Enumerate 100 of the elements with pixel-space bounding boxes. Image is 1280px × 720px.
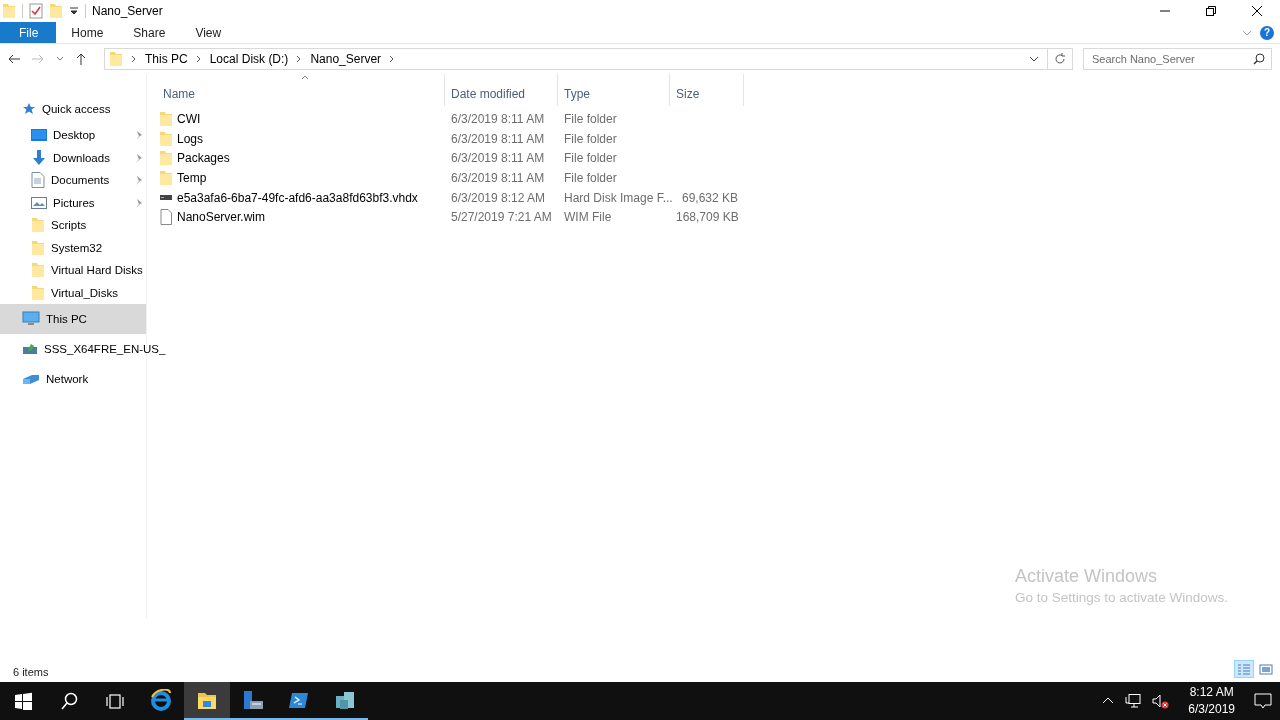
- windows-logo-icon[interactable]: [14, 692, 32, 710]
- sidebar-item[interactable]: Quick access: [0, 94, 146, 124]
- taskbar-app-button[interactable]: [184, 682, 230, 720]
- task-view-icon[interactable]: [106, 692, 124, 710]
- details-view-icon: [1237, 662, 1251, 676]
- folder-icon: [109, 51, 123, 67]
- refresh-icon[interactable]: [1054, 53, 1066, 65]
- restore-icon[interactable]: [1206, 6, 1216, 16]
- speaker-muted-icon[interactable]: [1152, 693, 1170, 709]
- chevron-right-icon[interactable]: [389, 55, 396, 63]
- date-modified: 5/27/2019 7:21 AM: [451, 210, 552, 225]
- server-manager-icon: [242, 690, 264, 710]
- sidebar-item[interactable]: Scripts: [0, 214, 146, 237]
- column-header[interactable]: Name: [157, 74, 445, 106]
- breadcrumb-item[interactable]: Nano_Server: [310, 52, 382, 66]
- pin-icon[interactable]: [135, 197, 143, 208]
- file-type: File folder: [564, 131, 617, 146]
- folder-icon: [197, 690, 217, 710]
- file-menu-tab[interactable]: File: [0, 22, 57, 43]
- download-arrow-icon: [31, 149, 47, 166]
- pin-icon[interactable]: [135, 152, 143, 163]
- picture-icon: [31, 195, 47, 210]
- file-type: File folder: [564, 170, 617, 185]
- folder-icon: [31, 239, 45, 256]
- clock-date[interactable]: 6/3/2019: [1188, 701, 1235, 718]
- close-icon[interactable]: [1251, 5, 1263, 17]
- item-count: 6 items: [13, 666, 50, 678]
- chevron-down-icon[interactable]: [1029, 55, 1039, 63]
- stacked-boxes-icon: [334, 690, 356, 710]
- file-name[interactable]: Logs: [177, 131, 204, 146]
- sidebar-item[interactable]: Documents: [0, 169, 146, 192]
- ribbon-tab[interactable]: Share: [118, 22, 181, 43]
- recent-dropdown-icon[interactable]: [56, 56, 64, 62]
- folder-icon: [31, 217, 45, 234]
- browser-e-icon: [150, 689, 172, 711]
- window-title: Nano_Server: [92, 4, 164, 18]
- network-monitor-icon[interactable]: [1125, 694, 1142, 708]
- column-header[interactable]: Type: [558, 74, 670, 106]
- file-name[interactable]: Temp: [177, 170, 207, 185]
- large-icons-view-icon: [1259, 662, 1273, 676]
- ribbon-tab[interactable]: View: [180, 22, 237, 43]
- clock-time[interactable]: 8:12 AM: [1189, 684, 1234, 701]
- folder-icon: [2, 3, 16, 19]
- date-modified: 6/3/2019 8:11 AM: [451, 111, 545, 126]
- file-icon: [159, 209, 173, 226]
- file-size: 168,709 KB: [676, 210, 739, 225]
- sidebar-item[interactable]: Network: [0, 364, 146, 394]
- network-icon: [22, 372, 40, 386]
- file-name[interactable]: NanoServer.wim: [177, 210, 266, 225]
- date-modified: 6/3/2019 8:11 AM: [451, 131, 545, 146]
- chevron-right-icon[interactable]: [296, 55, 303, 63]
- desktop-icon: [31, 128, 47, 143]
- help-button[interactable]: ?: [1260, 25, 1274, 40]
- file-name[interactable]: CWI: [177, 111, 201, 126]
- sidebar-item[interactable]: This PC: [0, 304, 146, 334]
- dropdown-arrow-icon[interactable]: [69, 6, 79, 16]
- file-size: 69,632 KB: [681, 190, 738, 205]
- back-arrow-icon[interactable]: [8, 54, 20, 64]
- column-header[interactable]: Size: [670, 74, 744, 106]
- address-bar[interactable]: This PC Local Disk (D:) Nano_Server: [104, 48, 1073, 70]
- sidebar-item[interactable]: Virtual Hard Disks: [0, 259, 146, 282]
- file-type: Hard Disk Image F...: [564, 190, 673, 205]
- search-icon[interactable]: [60, 692, 78, 710]
- breadcrumb-item[interactable]: Local Disk (D:): [209, 52, 289, 66]
- chevron-right-icon[interactable]: [131, 55, 137, 63]
- sidebar-item[interactable]: Pictures: [0, 191, 146, 214]
- date-modified: 6/3/2019 8:11 AM: [451, 151, 545, 166]
- folder-icon: [31, 284, 45, 301]
- drive-icon: [159, 195, 173, 201]
- search-icon[interactable]: [1253, 53, 1265, 65]
- folder-icon: [159, 110, 173, 127]
- notifications-icon[interactable]: [1254, 693, 1272, 709]
- sidebar-item[interactable]: Virtual_Disks: [0, 281, 146, 304]
- activation-title: Activate Windows: [1014, 566, 1158, 587]
- ribbon-tab[interactable]: Home: [56, 22, 119, 43]
- sidebar-item[interactable]: SSS_X64FRE_EN-US_: [0, 334, 166, 364]
- breadcrumb-item[interactable]: This PC: [145, 52, 188, 66]
- folder-icon: [159, 169, 173, 186]
- star-icon: [22, 102, 36, 116]
- sidebar-item[interactable]: System32: [0, 236, 146, 259]
- chevron-up-icon[interactable]: [1102, 697, 1115, 705]
- search-field[interactable]: Search Nano_Server: [1090, 52, 1249, 66]
- properties-icon[interactable]: [29, 3, 43, 19]
- folder-icon: [49, 3, 63, 19]
- date-modified: 6/3/2019 8:11 AM: [451, 170, 545, 185]
- drive-icon: [22, 342, 38, 356]
- column-header[interactable]: Date modified: [445, 74, 558, 106]
- computer-icon: [22, 311, 40, 327]
- document-icon: [31, 172, 45, 189]
- chevron-right-icon[interactable]: [195, 55, 202, 63]
- file-name[interactable]: Packages: [177, 151, 230, 166]
- file-name[interactable]: e5a3afa6-6ba7-49fc-afd6-aa3a8fd63bf3.vhdx: [177, 190, 418, 205]
- sidebar-item[interactable]: Downloads: [0, 146, 146, 169]
- pin-icon[interactable]: [135, 175, 143, 186]
- sidebar-item[interactable]: Desktop: [0, 124, 146, 147]
- file-type: File folder: [564, 151, 617, 166]
- search-box[interactable]: Search Nano_Server: [1083, 48, 1272, 70]
- pin-icon[interactable]: [135, 130, 143, 141]
- activation-message: Go to Settings to activate Windows.: [1014, 590, 1228, 605]
- up-arrow-icon[interactable]: [76, 53, 86, 65]
